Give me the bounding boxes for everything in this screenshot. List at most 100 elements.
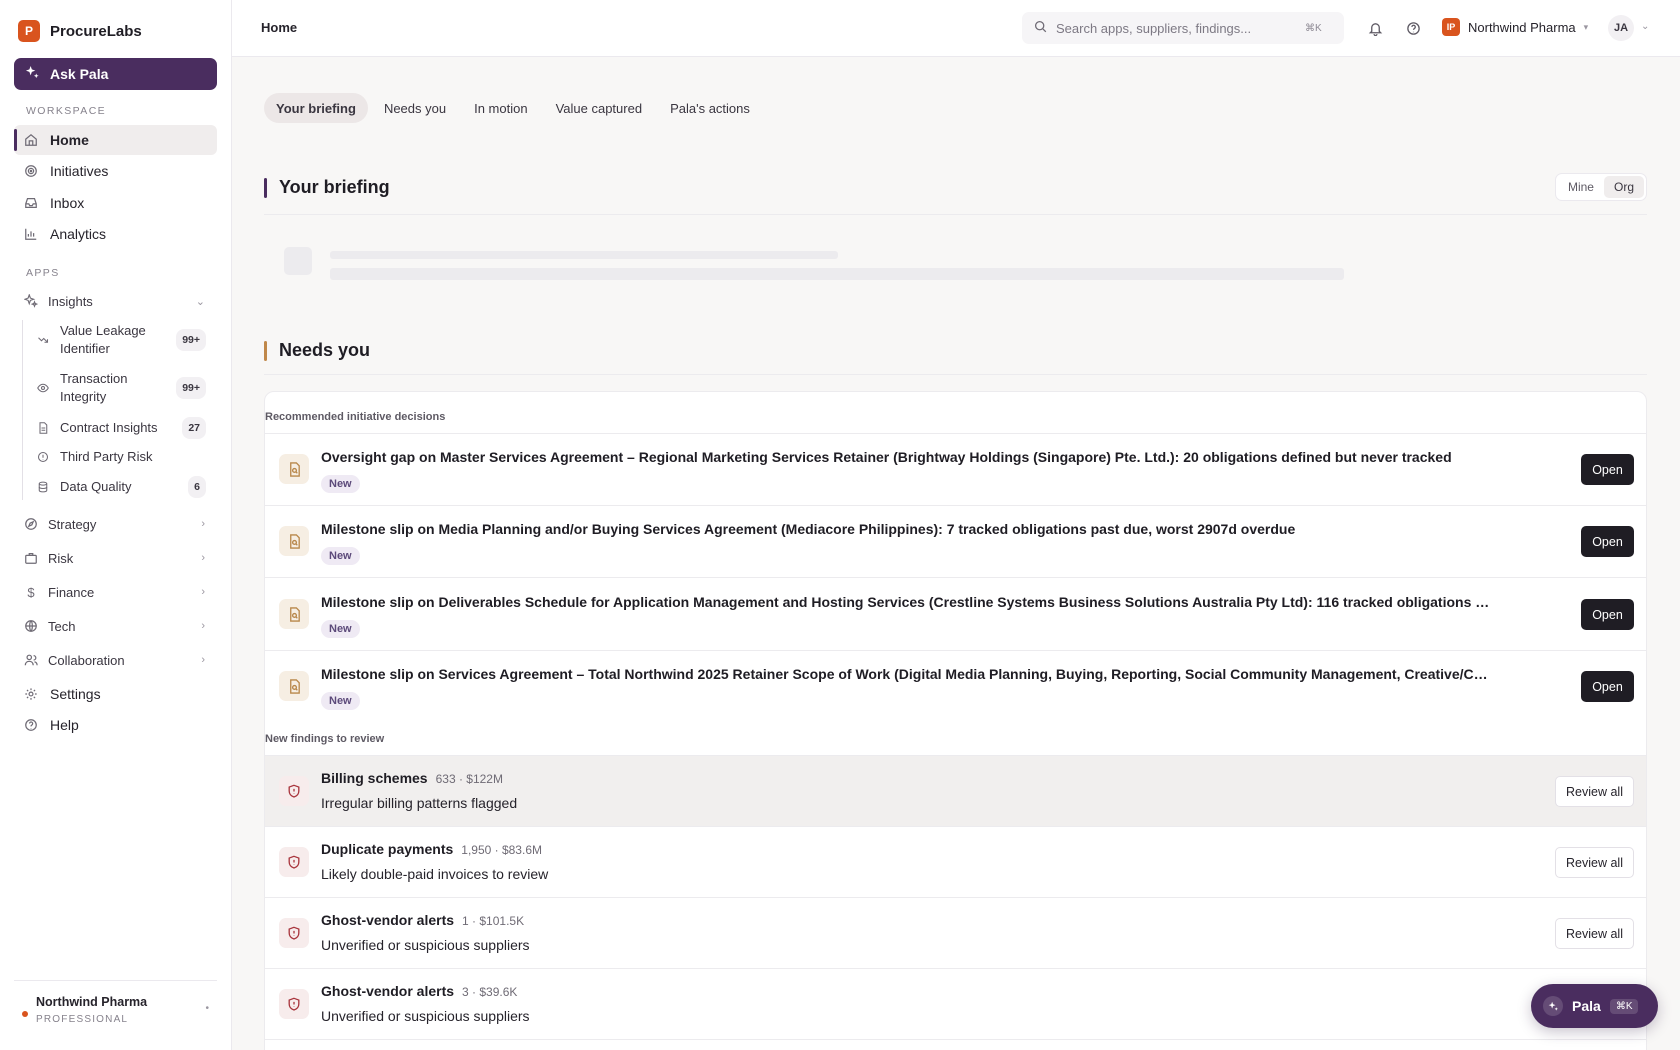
section-divider	[264, 214, 1647, 215]
sidebar-item-contract-insights[interactable]: Contract Insights 27	[36, 417, 206, 439]
pala-label: Pala	[1572, 998, 1601, 1014]
review-all-button[interactable]: Review all	[1555, 918, 1634, 949]
sidebar-item-settings[interactable]: Settings	[14, 679, 217, 709]
section-tabs: Your briefing Needs you In motion Value …	[264, 93, 762, 123]
decision-row[interactable]: Milestone slip on Deliverables Schedule …	[265, 577, 1646, 650]
open-button[interactable]: Open	[1581, 599, 1634, 630]
ask-pala-button[interactable]: Ask Pala	[14, 58, 217, 90]
sidebar-item-initiatives[interactable]: Initiatives	[14, 156, 217, 186]
insights-tree-rail	[22, 320, 23, 500]
needs-you-title: Needs you	[279, 340, 371, 360]
sidebar-item-strategy[interactable]: Strategy ›	[14, 515, 217, 533]
avatar[interactable]: JA	[1608, 15, 1634, 41]
finding-name: Duplicate payments	[321, 841, 454, 857]
new-badge: New	[321, 620, 360, 638]
sidebar-item-transaction-integrity[interactable]: Transaction Integrity 99+	[36, 370, 206, 406]
chevron-down-icon[interactable]: ⌄	[1641, 21, 1649, 32]
finding-row[interactable]	[265, 1039, 1646, 1050]
alert-icon	[36, 450, 50, 464]
document-search-icon	[279, 671, 309, 701]
pala-assistant-button[interactable]: Pala ⌘K	[1531, 984, 1658, 1028]
new-badge: New	[321, 692, 360, 710]
finding-heading: Ghost-vendor alerts 3 · $39.6K	[321, 983, 517, 999]
sidebar-item-analytics[interactable]: Analytics	[14, 219, 217, 249]
review-all-button[interactable]: Review all	[1555, 847, 1634, 878]
tab-in-motion[interactable]: In motion	[462, 93, 539, 123]
sidebar-item-label: Initiatives	[50, 163, 109, 179]
sidebar-item-risk[interactable]: Risk ›	[14, 549, 217, 567]
sidebar-item-data-quality[interactable]: Data Quality 6	[36, 476, 206, 498]
finding-row[interactable]: Ghost-vendor alerts 3 · $39.6K Unverifie…	[265, 968, 1646, 1039]
pala-shortcut: ⌘K	[1609, 998, 1639, 1014]
finding-row[interactable]: Billing schemes 633 · $122M Irregular bi…	[265, 755, 1646, 826]
decision-title: Milestone slip on Media Planning and/or …	[321, 521, 1296, 537]
org-name: Northwind Pharma	[36, 995, 148, 1009]
chevron-down-icon: ⌄	[195, 295, 205, 308]
main-content: Your briefing Needs you In motion Value …	[232, 57, 1680, 1050]
open-button[interactable]: Open	[1581, 454, 1634, 485]
decision-row[interactable]: Milestone slip on Services Agreement – T…	[265, 650, 1646, 721]
sidebar-item-collaboration[interactable]: Collaboration ›	[14, 651, 217, 669]
finding-meta: 1,950 · $83.6M	[461, 843, 542, 857]
org-status-dot	[22, 1011, 28, 1017]
search-box[interactable]: ⌘K	[1022, 12, 1344, 44]
tab-palas-actions[interactable]: Pala's actions	[658, 93, 762, 123]
new-badge: New	[321, 547, 360, 565]
decision-row[interactable]: Milestone slip on Media Planning and/or …	[265, 505, 1646, 577]
review-all-button[interactable]: Review all	[1555, 776, 1634, 807]
org-switcher-footer[interactable]: Northwind Pharma PROFESSIONAL •	[14, 980, 217, 1025]
sub-item-label: Transaction Integrity	[60, 371, 128, 404]
count-badge: 99+	[176, 377, 206, 399]
open-button[interactable]: Open	[1581, 526, 1634, 557]
search-input[interactable]	[1056, 20, 1296, 36]
sub-item-label: Data Quality	[60, 479, 132, 494]
open-button[interactable]: Open	[1581, 671, 1634, 702]
shield-alert-icon	[279, 847, 309, 877]
sidebar-item-value-leakage[interactable]: Value Leakage Identifier 99+	[36, 322, 206, 358]
sidebar-item-finance[interactable]: $ Finance ›	[14, 583, 217, 601]
tab-needs-you[interactable]: Needs you	[372, 93, 458, 123]
decision-title: Milestone slip on Services Agreement – T…	[321, 666, 1493, 682]
chevron-right-icon: ›	[201, 552, 205, 564]
bell-icon[interactable]	[1366, 19, 1384, 37]
sidebar-item-tech[interactable]: Tech ›	[14, 617, 217, 635]
tab-your-briefing[interactable]: Your briefing	[264, 93, 368, 123]
workspace-section-label: WORKSPACE	[26, 105, 107, 117]
finding-heading: Duplicate payments 1,950 · $83.6M	[321, 841, 542, 857]
sidebar-item-help[interactable]: Help	[14, 710, 217, 740]
chevron-right-icon: ›	[201, 654, 205, 666]
finding-description: Irregular billing patterns flagged	[321, 795, 518, 811]
sidebar-item-home[interactable]: Home	[14, 125, 217, 155]
finding-row[interactable]: Ghost-vendor alerts 1 · $101.5K Unverifi…	[265, 897, 1646, 968]
count-badge: 27	[182, 417, 206, 439]
compass-icon	[24, 517, 38, 531]
sidebar: P ProcureLabs Ask Pala WORKSPACE Home In…	[0, 0, 232, 1050]
sidebar-item-third-party-risk[interactable]: Third Party Risk	[36, 448, 206, 466]
sidebar-item-inbox[interactable]: Inbox	[14, 188, 217, 218]
toggle-org[interactable]: Org	[1603, 176, 1644, 198]
ask-pala-label: Ask Pala	[50, 66, 109, 82]
toggle-mine[interactable]: Mine	[1558, 176, 1604, 198]
gear-icon	[24, 687, 38, 701]
section-accent-bar	[264, 177, 267, 198]
document-search-icon	[279, 599, 309, 629]
help-icon[interactable]	[1404, 19, 1422, 37]
org-plan: PROFESSIONAL	[36, 1014, 129, 1025]
sidebar-item-insights[interactable]: Insights ⌄	[14, 292, 217, 310]
tab-value-captured[interactable]: Value captured	[544, 93, 655, 123]
finding-name: Ghost-vendor alerts	[321, 983, 455, 999]
shield-alert-icon	[279, 776, 309, 806]
finding-name: Billing schemes	[321, 770, 428, 786]
app-group-label: Strategy	[48, 516, 97, 532]
finding-description: Likely double-paid invoices to review	[321, 866, 549, 882]
decision-row[interactable]: Oversight gap on Master Services Agreeme…	[265, 433, 1646, 505]
decision-title: Milestone slip on Deliverables Schedule …	[321, 594, 1493, 610]
search-icon	[1034, 20, 1047, 36]
scope-toggle: Mine Org	[1554, 173, 1647, 201]
org-switcher[interactable]: IP Northwind Pharma ▾	[1442, 18, 1588, 36]
shield-alert-icon	[279, 918, 309, 948]
finding-name: Ghost-vendor alerts	[321, 912, 455, 928]
document-search-icon	[279, 454, 309, 484]
brand[interactable]: P ProcureLabs	[18, 20, 142, 42]
finding-row[interactable]: Duplicate payments 1,950 · $83.6M Likely…	[265, 826, 1646, 897]
